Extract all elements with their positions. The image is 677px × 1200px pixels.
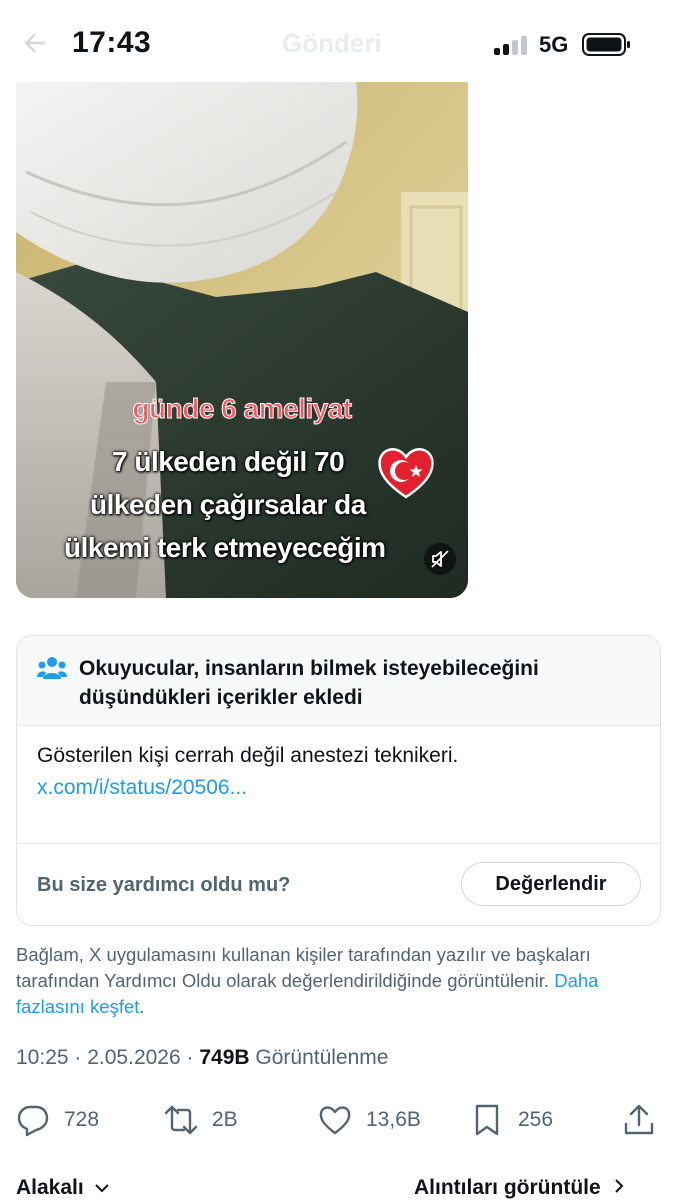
repost-button[interactable]: 2B xyxy=(164,1096,238,1144)
speaker-muted-icon[interactable] xyxy=(424,543,456,575)
helpful-question: Bu size yardımcı oldu mu? xyxy=(37,874,291,896)
view-quotes-label: Alıntıları görüntüle xyxy=(414,1176,601,1199)
bookmark-icon xyxy=(475,1104,499,1136)
community-note-body: Gösterilen kişi cerrah değil anestezi te… xyxy=(37,744,459,767)
post-meta: 10:25 · 2.05.2026 · 749B Görüntülenme xyxy=(16,1046,388,1070)
signal-strength-icon xyxy=(494,35,530,55)
community-note-title: Okuyucular, insanların bilmek isteyebile… xyxy=(79,657,539,709)
post-time: 10:25 xyxy=(16,1046,69,1069)
reply-button[interactable]: 728 xyxy=(16,1096,99,1144)
video-caption-line-3: ülkemi terk etmeyeceğim xyxy=(64,532,386,563)
video-caption-line-1: 7 ülkeden değil 70 xyxy=(112,446,345,477)
battery-icon xyxy=(582,32,632,57)
meta-separator: · xyxy=(68,1046,88,1069)
context-note-text: Bağlam, X uygulamasını kullanan kişiler … xyxy=(16,944,591,991)
heart-icon xyxy=(319,1106,351,1135)
like-button[interactable]: 13,6B xyxy=(318,1096,421,1144)
like-count: 13,6B xyxy=(366,1108,421,1131)
community-note-header: Okuyucular, insanların bilmek isteyebile… xyxy=(17,636,660,726)
community-note-source-link[interactable]: x.com/i/status/20506... xyxy=(37,776,247,800)
bookmark-button[interactable]: 256 xyxy=(470,1096,553,1144)
video-player[interactable]: günde 6 ameliyat 7 ülkeden değil 70 ülke… xyxy=(16,82,468,598)
bookmark-count: 256 xyxy=(518,1108,554,1131)
rate-button[interactable]: Değerlendir xyxy=(461,862,641,906)
video-caption-line-2: ülkeden çağırsalar da xyxy=(90,489,366,520)
share-button[interactable] xyxy=(622,1096,656,1144)
related-sort-dropdown[interactable]: Alakalı xyxy=(16,1176,110,1200)
context-note: Bağlam, X uygulamasını kullanan kişiler … xyxy=(16,942,662,1020)
clock: 17:43 xyxy=(72,26,152,59)
chevron-down-icon xyxy=(94,1184,109,1193)
people-icon xyxy=(37,655,67,681)
back-arrow-icon[interactable] xyxy=(20,28,50,58)
page-title: Gönderi xyxy=(282,28,382,58)
view-count[interactable]: 749B xyxy=(199,1046,249,1069)
community-note-footer: Bu size yardımcı oldu mu? Değerlendir xyxy=(17,843,660,925)
reply-icon xyxy=(17,1105,49,1137)
view-count-label: Görüntülenme xyxy=(249,1046,389,1069)
heart-flag-emoji-icon xyxy=(376,445,436,499)
action-bar: 728 2B 13,6B 256 xyxy=(0,1096,677,1144)
repost-count: 2B xyxy=(212,1108,238,1131)
reply-count: 728 xyxy=(64,1108,100,1131)
post-date: 2.05.2026 xyxy=(87,1046,181,1069)
network-type: 5G xyxy=(539,32,569,57)
bottom-row: Alakalı Alıntıları görüntüle xyxy=(0,1170,677,1200)
chevron-right-icon xyxy=(614,1179,623,1193)
meta-separator: · xyxy=(180,1046,200,1069)
repost-icon xyxy=(164,1105,198,1135)
community-note-card: Okuyucular, insanların bilmek isteyebile… xyxy=(16,635,661,926)
video-caption-highlight: günde 6 ameliyat xyxy=(132,393,353,425)
share-icon xyxy=(624,1104,654,1135)
view-quotes-link[interactable]: Alıntıları görüntüle xyxy=(414,1176,625,1200)
related-label: Alakalı xyxy=(16,1176,84,1199)
context-note-end: . xyxy=(139,996,145,1017)
status-bar: 17:43 Gönderi 5G xyxy=(0,0,677,84)
